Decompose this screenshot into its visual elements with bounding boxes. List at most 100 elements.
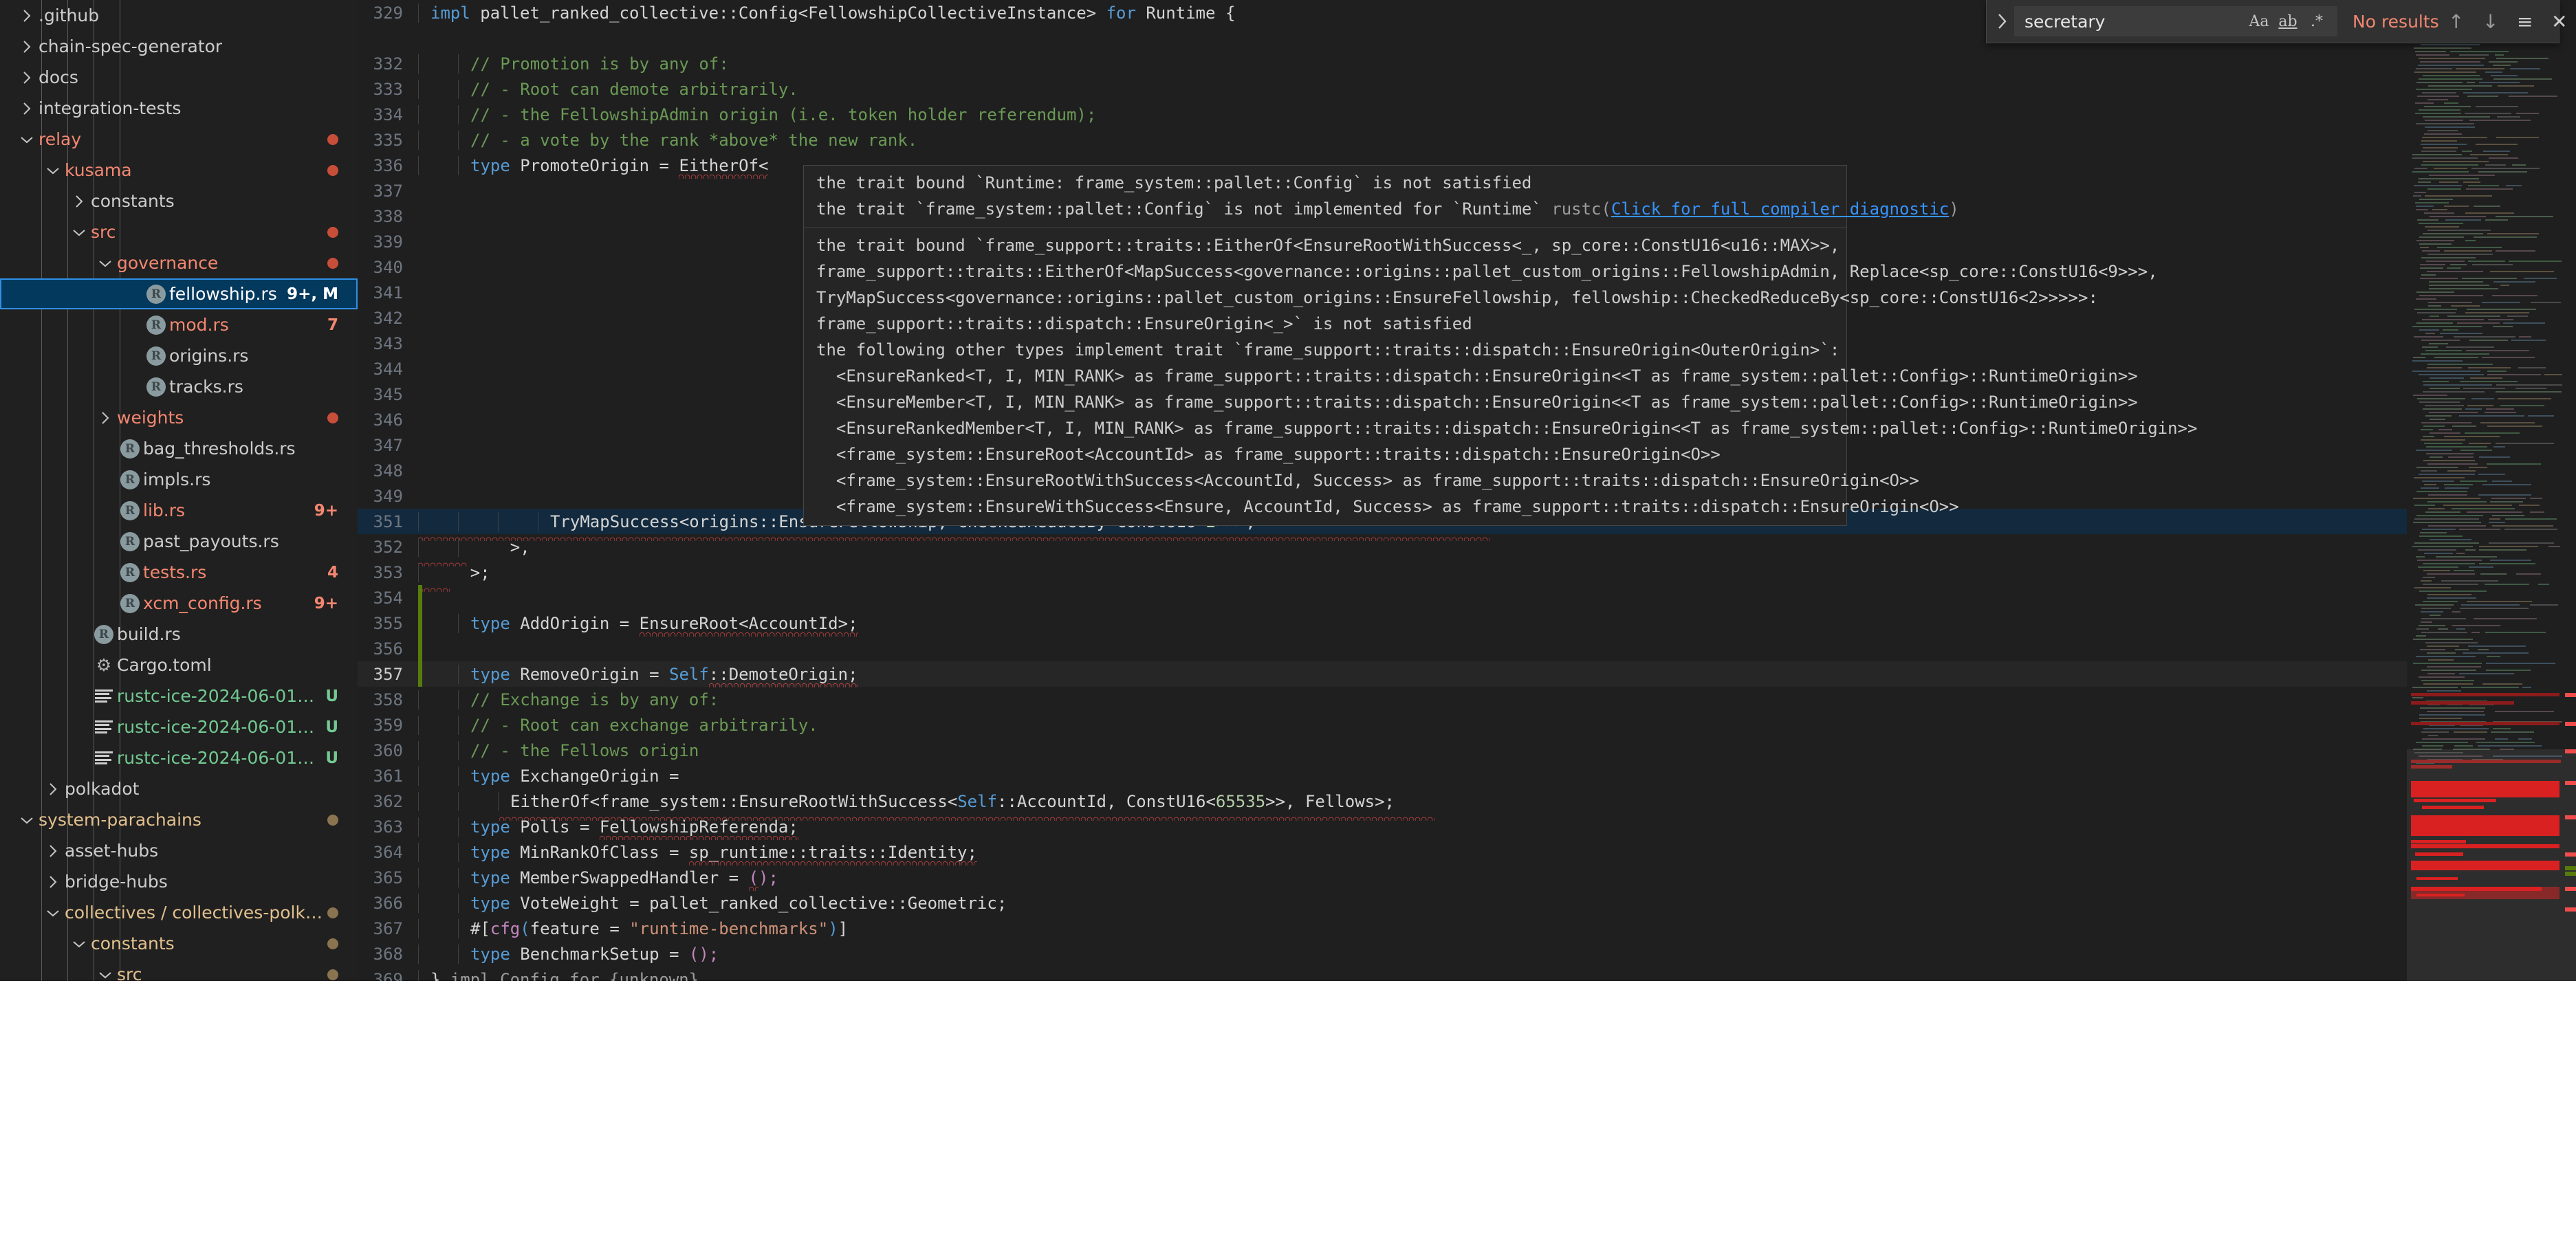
chevron-down-icon[interactable]	[94, 969, 117, 980]
tree-item-docs[interactable]: docs	[0, 62, 358, 93]
code-line-353[interactable]: 353 >;	[358, 560, 2576, 592]
whole-word-icon[interactable]: ab	[2273, 9, 2302, 34]
chevron-right-icon[interactable]	[94, 410, 117, 426]
minimap-line	[2419, 223, 2463, 224]
minimap-line	[2505, 518, 2557, 520]
tree-item-relay[interactable]: relay	[0, 124, 358, 155]
chevron-down-icon[interactable]	[15, 134, 39, 145]
tree-item-rustc-ice-2024-06-01t12[interactable]: rustc-ice-2024-06-01T12_... U	[0, 681, 358, 711]
chevron-right-icon[interactable]	[15, 101, 39, 116]
code-line-361[interactable]: 361 type ExchangeOrigin =	[358, 763, 2576, 788]
chevron-right-icon[interactable]	[41, 874, 65, 890]
tree-item-system-parachains[interactable]: system-parachains	[0, 804, 358, 835]
code-line-355[interactable]: 355 type AddOrigin = EnsureRoot<AccountId…	[358, 610, 2576, 637]
tree-item-polkadot[interactable]: polkadot	[0, 773, 358, 804]
line-number: 347	[373, 435, 403, 455]
tree-item-tests-rs[interactable]: Rtests.rs 4	[0, 557, 358, 588]
find-widget[interactable]: secretary Aa ab .* No results ↑ ↓ ≡ ✕	[1986, 0, 2567, 43]
chevron-down-icon[interactable]	[15, 815, 39, 826]
code-line-357[interactable]: 357 type RemoveOrigin = Self::DemoteOrigi…	[358, 661, 2576, 687]
code-line-367[interactable]: 367 #[cfg(feature = "runtime-benchmarks")…	[358, 916, 2576, 941]
editor-minimap[interactable]	[2407, 0, 2576, 981]
tree-item-xcm-config-rs[interactable]: Rxcm_config.rs 9+	[0, 588, 358, 619]
tree-item-integration-tests[interactable]: integration-tests	[0, 93, 358, 124]
find-in-selection-icon[interactable]: ≡	[2508, 6, 2542, 36]
minimap-line	[2465, 549, 2476, 551]
minimap-line	[2480, 422, 2535, 423]
code-editor[interactable]: 329 impl pallet_ranked_collective::Config…	[358, 0, 2576, 981]
tree-item-bag-thresholds-rs[interactable]: Rbag_thresholds.rs	[0, 433, 358, 464]
tree-item-origins-rs[interactable]: Rorigins.rs	[0, 340, 358, 371]
chevron-down-icon[interactable]	[41, 907, 65, 918]
minimap-viewport-slider[interactable]	[2407, 749, 2576, 981]
chevron-down-icon[interactable]	[67, 227, 91, 238]
code-line-364[interactable]: 364 type MinRankOfClass = sp_runtime::tra…	[358, 839, 2576, 865]
file-tree[interactable]: .github chain-spec-generator docs integrati…	[0, 0, 358, 981]
minimap-line	[2460, 381, 2518, 382]
code-line-369[interactable]: 369} impl Config for {unknown}	[358, 967, 2576, 981]
code-line-363[interactable]: 363 type Polls = FellowshipReferenda;	[358, 814, 2576, 840]
code-line-352[interactable]: 352 >,	[358, 534, 2576, 566]
tree-item-chain-spec-generator[interactable]: chain-spec-generator	[0, 31, 358, 62]
tree-item-weights[interactable]: weights	[0, 402, 358, 433]
minimap-line	[2429, 281, 2483, 283]
minimap-line	[2416, 322, 2453, 324]
find-input-value[interactable]: secretary	[2024, 12, 2245, 32]
tree-item-label: constants	[91, 934, 175, 953]
code-line-356[interactable]: 356	[358, 636, 2576, 661]
tree-item-collectives-collectives-polk[interactable]: collectives / collectives-polk…	[0, 897, 358, 928]
tree-item-lib-rs[interactable]: Rlib.rs 9+	[0, 495, 358, 526]
code-line-332[interactable]: 332 // Promotion is by any of:	[358, 51, 2576, 76]
code-line-360[interactable]: 360 // - the Fellows origin	[358, 738, 2576, 763]
chevron-down-icon[interactable]	[41, 165, 65, 176]
tree-item-github[interactable]: .github	[0, 0, 358, 31]
tree-item-cargo-toml[interactable]: ⚙ Cargo.toml	[0, 650, 358, 681]
code-line-366[interactable]: 366 type VoteWeight = pallet_ranked_colle…	[358, 890, 2576, 916]
code-line-358[interactable]: 358 // Exchange is by any of:	[358, 687, 2576, 712]
code-line-354[interactable]: 354	[358, 585, 2576, 610]
tree-item-build-rs[interactable]: Rbuild.rs	[0, 619, 358, 650]
chevron-right-icon[interactable]	[15, 8, 39, 23]
tree-item-tracks-rs[interactable]: Rtracks.rs	[0, 371, 358, 402]
match-case-icon[interactable]: Aa	[2245, 9, 2273, 34]
tree-item-rustc-ice-2024-06-01t13[interactable]: rustc-ice-2024-06-01T13_... U	[0, 742, 358, 773]
tree-item-bridge-hubs[interactable]: bridge-hubs	[0, 866, 358, 897]
tree-item-impls-rs[interactable]: Rimpls.rs	[0, 464, 358, 495]
code-line-334[interactable]: 334 // - the FellowshipAdmin origin (i.e.…	[358, 102, 2576, 127]
tree-item-constants[interactable]: constants	[0, 186, 358, 217]
code-line-333[interactable]: 333 // - Root can demote arbitrarily.	[358, 76, 2576, 102]
chevron-down-icon[interactable]	[67, 938, 91, 949]
tree-item-past-payouts-rs[interactable]: Rpast_payouts.rs	[0, 526, 358, 557]
close-find-button[interactable]: ✕	[2542, 6, 2576, 36]
explorer-sidebar[interactable]: .github chain-spec-generator docs integrati…	[0, 0, 358, 981]
find-input[interactable]: secretary Aa ab .*	[2014, 6, 2337, 36]
code-line-365[interactable]: 365 type MemberSwappedHandler = ();	[358, 865, 2576, 891]
tree-item-fellowship-rs[interactable]: Rfellowship.rs 9+, M	[0, 278, 358, 309]
code-line-362[interactable]: 362 EitherOf<frame_system::EnsureRootWith…	[358, 788, 2576, 821]
chevron-right-icon[interactable]	[41, 843, 65, 859]
tree-item-src[interactable]: src	[0, 217, 358, 247]
chevron-right-icon[interactable]	[41, 782, 65, 797]
chevron-right-icon[interactable]	[67, 194, 91, 209]
tree-item-kusama[interactable]: kusama	[0, 155, 358, 186]
tree-item-mod-rs[interactable]: Rmod.rs 7	[0, 309, 358, 340]
tree-item-governance[interactable]: governance	[0, 247, 358, 278]
minimap-line	[2419, 58, 2485, 59]
chevron-right-icon[interactable]	[15, 39, 39, 54]
find-previous-button[interactable]: ↑	[2439, 6, 2474, 36]
toggle-replace-icon[interactable]	[1991, 12, 2014, 30]
tree-item-src[interactable]: src	[0, 959, 358, 981]
tree-item-rustc-ice-2024-06-01t13[interactable]: rustc-ice-2024-06-01T13_... U	[0, 711, 358, 742]
compiler-diagnostic-link[interactable]: Click for full compiler diagnostic	[1611, 199, 1949, 219]
code-line-368[interactable]: 368 type BenchmarkSetup = ();	[358, 941, 2576, 967]
code-line-335[interactable]: 335 // - a vote by the rank *above* the n…	[358, 127, 2576, 153]
chevron-right-icon[interactable]	[15, 70, 39, 85]
overview-ruler-change-mark	[2565, 866, 2576, 870]
regex-icon[interactable]: .*	[2302, 9, 2331, 34]
find-next-button[interactable]: ↓	[2474, 6, 2508, 36]
code-line-359[interactable]: 359 // - Root can exchange arbitrarily.	[358, 712, 2576, 738]
chevron-down-icon[interactable]	[94, 258, 117, 269]
tree-item-constants[interactable]: constants	[0, 928, 358, 959]
tree-item-asset-hubs[interactable]: asset-hubs	[0, 835, 358, 866]
minimap-line	[2485, 71, 2502, 73]
